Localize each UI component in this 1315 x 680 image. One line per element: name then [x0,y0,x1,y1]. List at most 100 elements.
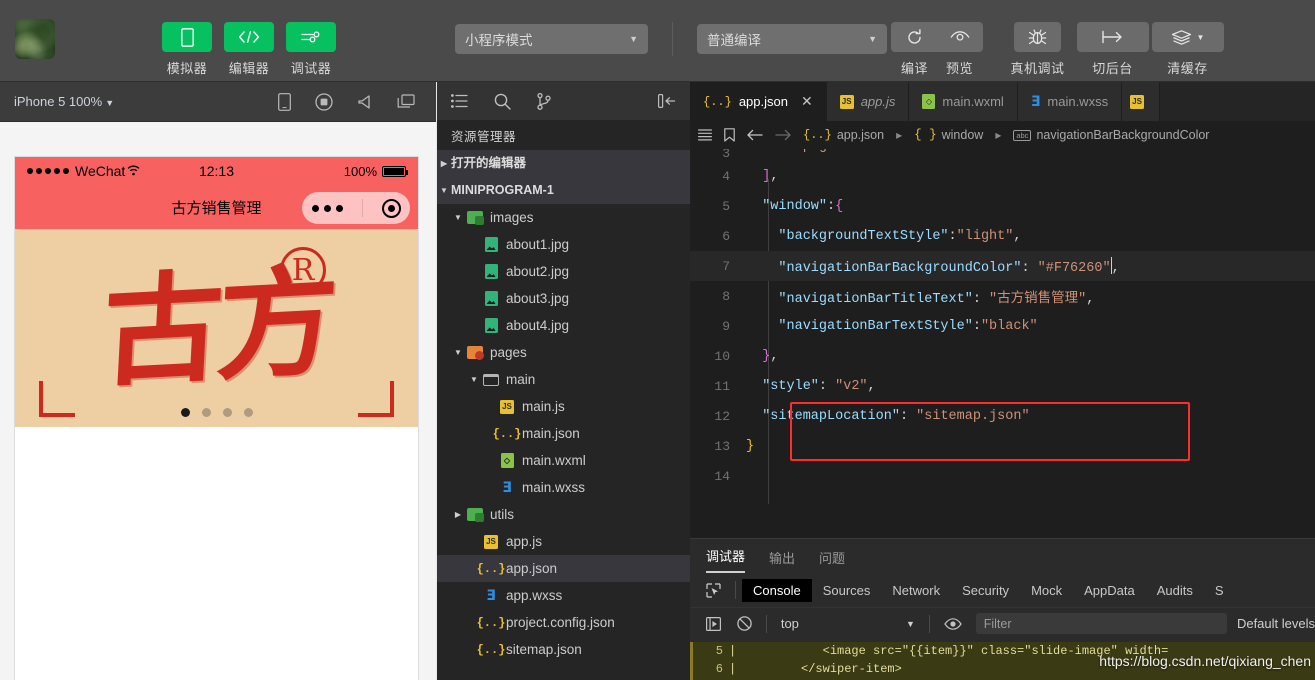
swiper-dot[interactable] [243,408,253,417]
tree-item-app-json[interactable]: {..} app.json [437,555,690,582]
target-icon[interactable] [381,198,401,218]
tree-item-images[interactable]: ▼ images [437,204,690,231]
collapse-sidebar-icon[interactable] [658,94,676,108]
code-line-6[interactable]: 6 "backgroundTextStyle":"light", [690,221,1315,251]
eye-icon [936,22,983,52]
devtools-tab-network[interactable]: Network [881,579,951,602]
devtools-tab-console[interactable]: Console [742,578,812,602]
devtools-tab-appdata[interactable]: AppData [1073,579,1146,602]
devtools-tab-sources[interactable]: Sources [812,579,882,602]
console-context-select[interactable]: top ▼ [773,616,923,631]
swiper-indicator-dots[interactable] [15,408,418,417]
source-control-icon[interactable] [537,92,551,110]
chevron-down-icon: ▼ [1196,32,1205,42]
debugger-toggle-button[interactable]: 调试器 [280,22,342,77]
forward-arrow-icon[interactable] [775,129,791,141]
tree-item-about4[interactable]: about4.jpg [437,312,690,339]
tab-app-js[interactable]: JS app.js [826,82,910,121]
swiper-dot[interactable] [201,408,211,417]
console-filter-input[interactable]: Filter [975,613,1227,634]
tab-main-wxss[interactable]: Ǝ main.wxss [1017,82,1123,121]
code-line-4[interactable]: 4 ], [690,161,1315,191]
live-expression-icon[interactable] [936,617,970,630]
devtools-tab-audits[interactable]: Audits [1146,579,1204,602]
simulator-toolbar: iPhone 5 100% ▼ [0,82,437,122]
explorer-section-open-editors[interactable]: ▶ 打开的编辑器 [437,150,690,177]
panel-tab-debugger[interactable]: 调试器 [706,546,746,573]
back-arrow-icon[interactable] [747,129,763,141]
tree-item-main-folder[interactable]: ▼ main [437,366,690,393]
close-icon[interactable]: ✕ [801,93,813,110]
tab-main-wxml[interactable]: ◇ main.wxml [909,82,1018,121]
tree-item-pages[interactable]: ▼ pages [437,339,690,366]
code-line-12[interactable]: 12 "sitemapLocation": "sitemap.json" [690,401,1315,431]
editor-toggle-button[interactable]: 编辑器 [218,22,280,77]
capsule-menu[interactable] [302,192,410,224]
tree-item-utils[interactable]: ▶ utils [437,501,690,528]
devtools-tab-security[interactable]: Security [951,579,1020,602]
compile-mode-select[interactable]: 普通编译 ▼ [697,24,887,54]
tree-item-main-json[interactable]: {..} main.json [437,420,690,447]
record-icon[interactable] [315,92,333,111]
code-line-3[interactable]: 3 "pages/main/main" [690,149,1315,161]
window-icon[interactable] [397,93,415,110]
switch-background-button[interactable]: 切后台 [1075,22,1150,77]
swiper-dot[interactable] [180,408,190,417]
tree-item-sitemap-json[interactable]: {..} sitemap.json [437,636,690,663]
clear-cache-button[interactable]: ▼ 清缓存 [1150,22,1225,77]
device-select[interactable]: iPhone 5 100% ▼ [14,94,114,109]
tree-item-main-wxss[interactable]: Ǝ main.wxss [437,474,690,501]
devtools-tab-mock[interactable]: Mock [1020,579,1073,602]
breadcrumb-segment-window[interactable]: { } window [914,128,983,142]
tree-item-about1[interactable]: about1.jpg [437,231,690,258]
swiper-dot[interactable] [222,408,232,417]
rotate-device-icon[interactable] [278,92,291,111]
code-line-9[interactable]: 9 "navigationBarTextStyle":"black" [690,311,1315,341]
tree-item-main-js[interactable]: JS main.js [437,393,690,420]
tree-item-app-js[interactable]: JS app.js [437,528,690,555]
preview-button[interactable]: 预览 [936,22,983,77]
search-icon[interactable] [494,93,511,110]
compile-button[interactable]: 编译 [891,22,938,77]
code-content[interactable]: 3 "pages/main/main" 4 ], 5 "window":{ 6 … [690,149,1315,537]
panel-tab-output[interactable]: 输出 [769,548,795,573]
code-line-8[interactable]: 8 "navigationBarTitleText": "古方销售管理", [690,281,1315,311]
bookmark-icon[interactable] [724,128,735,142]
tree-item-about2[interactable]: about2.jpg [437,258,690,285]
code-line-10[interactable]: 10 }, [690,341,1315,371]
simulator-toggle-button[interactable]: 模拟器 [156,22,218,77]
clear-console-icon[interactable] [729,616,760,631]
panel-tab-problems[interactable]: 问题 [819,548,845,573]
more-dots-icon[interactable] [311,204,343,212]
tree-item-app-wxss[interactable]: Ǝ app.wxss [437,582,690,609]
console-output[interactable]: 5 | <image src="{{item}}" class="slide-i… [690,642,1315,680]
code-line-5[interactable]: 5 "window":{ [690,191,1315,221]
banner-swiper[interactable]: 古方 R [15,229,418,427]
devtools-tab-overflow[interactable]: S [1204,579,1235,602]
project-mode-select[interactable]: 小程序模式 ▼ [455,24,648,54]
console-levels-select[interactable]: Default levels [1237,616,1315,631]
line-text: "backgroundTextStyle":"light", [778,228,1022,244]
line-number: 3 [722,149,730,161]
volume-icon[interactable] [357,94,373,110]
project-avatar[interactable] [15,19,55,59]
outline-list-icon[interactable] [698,129,712,141]
image-file-icon [481,264,501,280]
tree-item-main-wxml[interactable]: ◇ main.wxml [437,447,690,474]
real-device-debug-button[interactable]: 真机调试 [1000,22,1075,77]
code-line-11[interactable]: 11 "style": "v2", [690,371,1315,401]
code-line-14[interactable]: 14 [690,461,1315,491]
tab-overflow-partial[interactable]: JS [1122,82,1161,121]
breadcrumb-segment-property[interactable]: abc navigationBarBackgroundColor [1013,128,1209,142]
phone-simulator[interactable]: WeChat 12:13 100% 古方销售管理 古方 R [15,157,418,680]
inspect-element-icon[interactable] [698,582,729,598]
tree-item-project-config[interactable]: {..} project.config.json [437,609,690,636]
explorer-files-icon[interactable] [451,94,468,108]
explorer-section-project[interactable]: ▼ MINIPROGRAM-1 [437,177,690,204]
breadcrumb-segment-file[interactable]: {..} app.json [803,128,884,142]
tab-app-json[interactable]: {..} app.json ✕ [690,82,827,121]
tree-item-about3[interactable]: about3.jpg [437,285,690,312]
code-line-7[interactable]: 7 "navigationBarBackgroundColor": "#F762… [690,251,1315,281]
code-line-13[interactable]: 13 } [690,431,1315,461]
execute-icon[interactable] [698,616,729,631]
